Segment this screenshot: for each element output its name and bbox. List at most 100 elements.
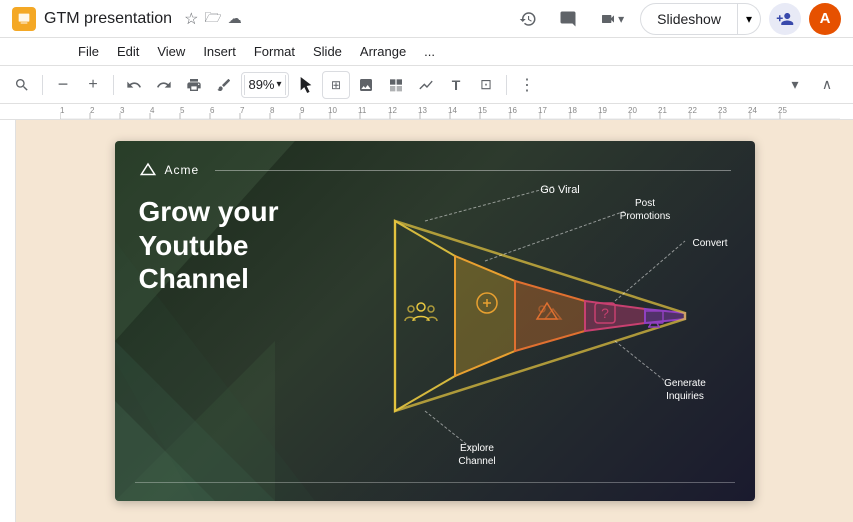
svg-text:4: 4 — [150, 106, 155, 115]
slide-headline: Grow your Youtube Channel — [139, 195, 359, 296]
menu-format[interactable]: Format — [246, 41, 303, 62]
app-icon — [12, 7, 36, 31]
zoom-out-button[interactable]: − — [49, 71, 77, 99]
shapes-button[interactable] — [382, 71, 410, 99]
svg-text:6: 6 — [210, 106, 215, 115]
zoom-value: 89% — [248, 77, 274, 92]
svg-text:Generate: Generate — [664, 378, 706, 389]
svg-text:11: 11 — [358, 106, 367, 115]
slide[interactable]: Acme Grow your Youtube Channel — [115, 141, 755, 501]
menu-view[interactable]: View — [149, 41, 193, 62]
horizontal-ruler: 1 2 3 4 5 6 7 8 9 10 11 12 13 1 — [0, 104, 853, 120]
cloud-icon[interactable]: ☁ — [228, 10, 242, 27]
collapse-button[interactable]: ∧ — [813, 71, 841, 99]
svg-text:20: 20 — [628, 106, 637, 115]
divider-1 — [42, 75, 43, 95]
svg-text:17: 17 — [538, 106, 547, 115]
svg-text:2: 2 — [90, 106, 95, 115]
acme-logo: Acme — [139, 161, 731, 179]
toolbar: − + 89% ▾ ⊞ T ⊡ ⋮ ▾ ∧ — [0, 66, 853, 104]
cursor-button[interactable] — [292, 71, 320, 99]
svg-text:13: 13 — [418, 106, 427, 115]
svg-text:?: ? — [601, 305, 609, 321]
line-button[interactable] — [412, 71, 440, 99]
svg-text:18: 18 — [568, 106, 577, 115]
menu-edit[interactable]: Edit — [109, 41, 147, 62]
svg-text:Promotions: Promotions — [619, 211, 670, 222]
redo-button[interactable] — [150, 71, 178, 99]
undo-button[interactable] — [120, 71, 148, 99]
text-button[interactable]: T — [442, 71, 470, 99]
menu-arrange[interactable]: Arrange — [352, 41, 414, 62]
divider-5 — [506, 75, 507, 95]
user-avatar[interactable]: A — [809, 3, 841, 35]
headline-line3: Channel — [139, 263, 249, 294]
slide-bottom-divider — [135, 482, 735, 483]
divider-4 — [285, 75, 286, 95]
svg-text:5: 5 — [180, 106, 185, 115]
ruler-marks: 1 2 3 4 5 6 7 8 9 10 11 12 13 1 — [60, 104, 853, 119]
history-button[interactable] — [512, 3, 544, 35]
menu-bar: File Edit View Insert Format Slide Arran… — [0, 38, 853, 66]
toolbar-right: ▾ ∧ — [781, 71, 841, 99]
slideshow-dropdown-button[interactable]: ▾ — [738, 3, 761, 35]
title-bar: GTM presentation ☆ 🗁 ☁ ▾ Slideshow ▾ — [0, 0, 853, 38]
zoom-dropdown-icon: ▾ — [277, 79, 282, 90]
image-button[interactable] — [352, 71, 380, 99]
svg-text:Channel: Channel — [458, 456, 495, 467]
svg-text:12: 12 — [388, 106, 397, 115]
menu-insert[interactable]: Insert — [195, 41, 244, 62]
vertical-ruler — [0, 120, 16, 522]
acme-logo-icon — [139, 161, 157, 179]
svg-text:25: 25 — [778, 106, 787, 115]
svg-text:Inquiries: Inquiries — [666, 391, 704, 402]
svg-text:14: 14 — [448, 106, 457, 115]
search-button[interactable] — [8, 71, 36, 99]
dropdown-arrow-button[interactable]: ▾ — [781, 71, 809, 99]
canvas-area: Acme Grow your Youtube Channel — [16, 120, 853, 522]
svg-text:23: 23 — [718, 106, 727, 115]
svg-text:9: 9 — [300, 106, 305, 115]
zoom-in-button[interactable]: + — [79, 71, 107, 99]
svg-text:22: 22 — [688, 106, 697, 115]
menu-file[interactable]: File — [70, 41, 107, 62]
svg-text:3: 3 — [120, 106, 125, 115]
svg-text:1: 1 — [60, 106, 65, 115]
go-viral-label: Go Viral — [540, 184, 580, 196]
svg-text:19: 19 — [598, 106, 607, 115]
doc-title[interactable]: GTM presentation — [44, 10, 172, 28]
zoom-display: 89% ▾ — [241, 72, 288, 98]
acme-brand-text: Acme — [165, 163, 200, 177]
paint-button[interactable] — [210, 71, 238, 99]
select-button[interactable]: ⊞ — [322, 71, 350, 99]
slideshow-button[interactable]: Slideshow — [640, 3, 738, 35]
svg-text:24: 24 — [748, 106, 757, 115]
main-area: Acme Grow your Youtube Channel — [0, 120, 853, 522]
star-icon[interactable]: ☆ — [184, 9, 198, 29]
funnel-diagram: Go Viral Post Promotions Convert Explore… — [375, 181, 755, 481]
svg-text:Explore: Explore — [460, 443, 494, 454]
menu-slide[interactable]: Slide — [305, 41, 350, 62]
headline-line1: Grow your — [139, 196, 279, 227]
user-initial: A — [820, 10, 831, 27]
share-avatar[interactable] — [769, 3, 801, 35]
svg-text:21: 21 — [658, 106, 667, 115]
slideshow-group: Slideshow ▾ — [640, 3, 761, 35]
menu-more[interactable]: ... — [416, 41, 443, 62]
zoom-percent-button[interactable]: 89% ▾ — [251, 71, 279, 99]
title-icons: ☆ 🗁 ☁ — [184, 7, 242, 31]
slideshow-dropdown-icon: ▾ — [746, 12, 752, 26]
more-options-button[interactable]: ⋮ — [513, 71, 541, 99]
meet-dropdown-icon: ▾ — [618, 12, 624, 26]
acme-divider-line — [215, 170, 730, 171]
svg-text:16: 16 — [508, 106, 517, 115]
svg-text:15: 15 — [478, 106, 487, 115]
comment-button[interactable] — [552, 3, 584, 35]
print-button[interactable] — [180, 71, 208, 99]
svg-text:8: 8 — [270, 106, 275, 115]
header-right: ▾ Slideshow ▾ A — [512, 3, 841, 35]
headline-line2: Youtube — [139, 230, 249, 261]
folder-icon[interactable]: 🗁 — [204, 7, 221, 31]
meet-button[interactable]: ▾ — [592, 3, 632, 35]
frame-button[interactable]: ⊡ — [472, 71, 500, 99]
